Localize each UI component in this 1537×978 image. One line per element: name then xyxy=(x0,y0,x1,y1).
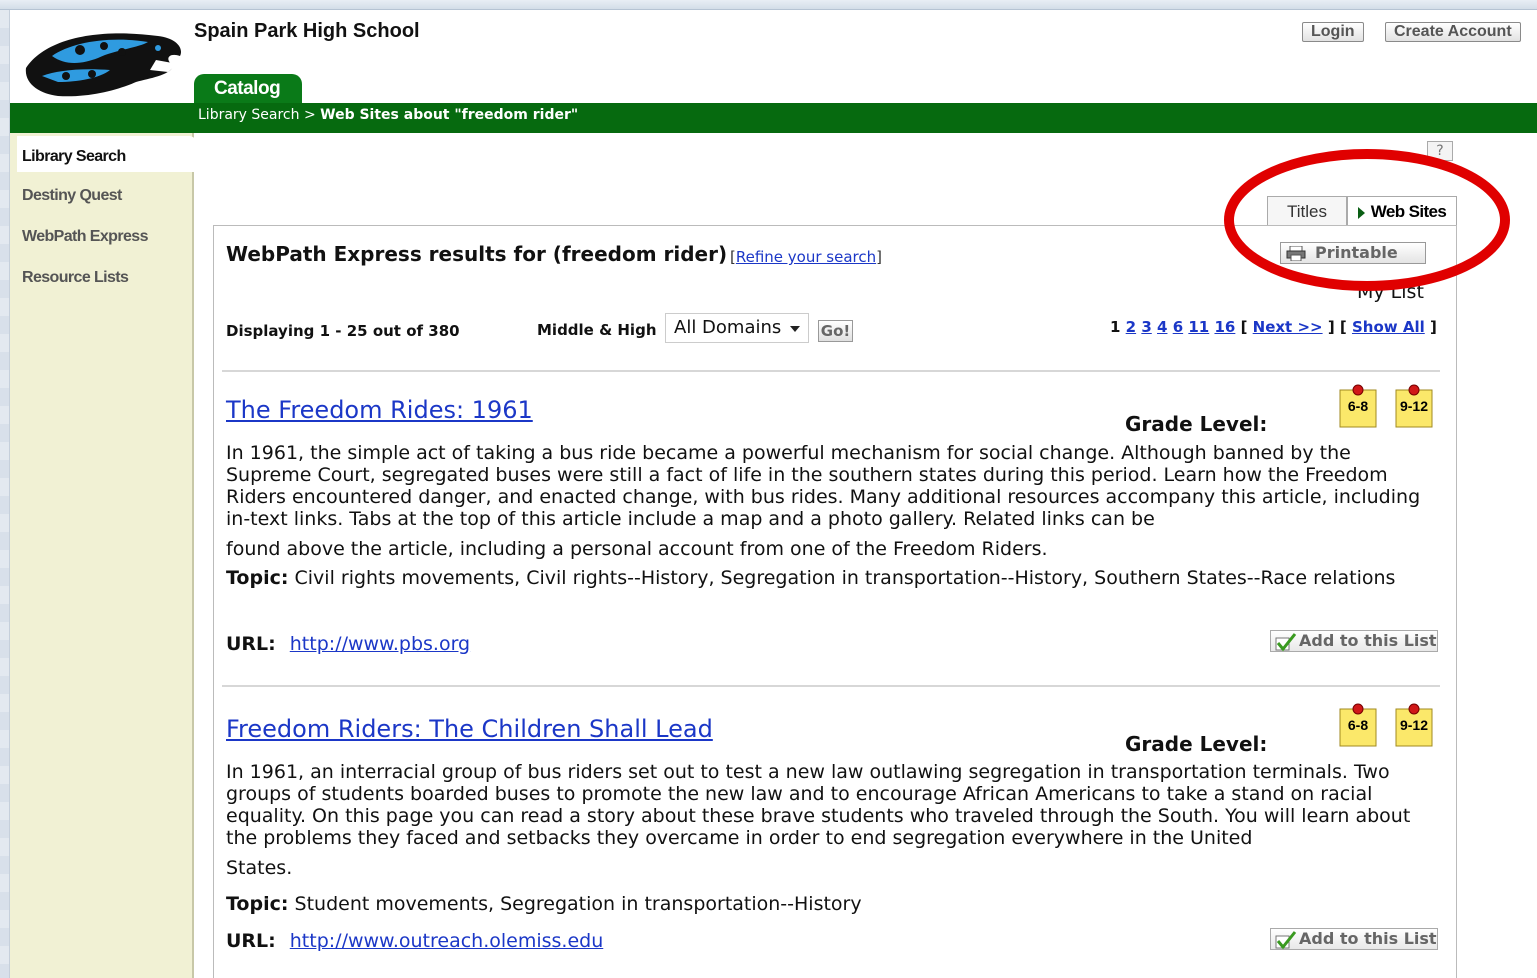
refine-close-bracket: ] xyxy=(876,248,882,266)
result-url: URL: http://www.pbs.org xyxy=(226,633,470,655)
pagination: 1 2 3 4 6 11 16 [ Next >> ] [ Show All ] xyxy=(1110,318,1437,336)
refine-search: [Refine your search] xyxy=(730,248,882,266)
domain-select[interactable]: All Domains xyxy=(665,313,809,343)
pager-page[interactable]: 16 xyxy=(1214,318,1235,336)
tab-web-sites-label: Web Sites xyxy=(1370,202,1447,221)
triangle-right-icon xyxy=(1357,206,1365,219)
breadcrumb-current: Web Sites about "freedom rider" xyxy=(320,107,579,123)
result-title-link[interactable]: Freedom Riders: The Children Shall Lead xyxy=(226,715,713,743)
create-account-button[interactable]: Create Account xyxy=(1385,22,1521,42)
grade-badge-label: 6-8 xyxy=(1347,398,1369,414)
grade-badge[interactable]: 6-8 xyxy=(1339,384,1377,428)
login-button[interactable]: Login xyxy=(1302,22,1364,42)
sidebar-item-resource-lists[interactable]: Resource Lists xyxy=(22,269,129,287)
my-list-link[interactable]: My List xyxy=(1357,281,1424,303)
url-key: URL: xyxy=(226,633,276,655)
sidebar-item-webpath-express[interactable]: WebPath Express xyxy=(22,228,148,246)
breadcrumb: Library Search > Web Sites about "freedo… xyxy=(198,107,578,123)
refine-search-link[interactable]: Refine your search xyxy=(736,248,876,266)
breadcrumb-separator: > xyxy=(303,107,316,123)
grade-badge[interactable]: 6-8 xyxy=(1339,703,1377,747)
result-url-link[interactable]: http://www.outreach.olemiss.edu xyxy=(290,930,604,952)
grade-level-label: Grade Level: xyxy=(1125,732,1268,756)
tab-titles-label: Titles xyxy=(1287,202,1327,221)
printer-icon xyxy=(1286,246,1306,261)
printable-button[interactable]: Printable xyxy=(1280,242,1426,264)
pager-current: 1 xyxy=(1110,318,1121,336)
sidebar: Library Search Destiny Quest WebPath Exp… xyxy=(10,133,197,978)
result-description-tail: found above the article, including a per… xyxy=(226,538,1048,560)
checkmark-icon xyxy=(1275,931,1297,950)
help-icon[interactable]: ? xyxy=(1427,141,1453,161)
url-key: URL: xyxy=(226,930,276,952)
result-count: Displaying 1 - 25 out of 380 xyxy=(226,322,460,340)
pager-next[interactable]: Next >> xyxy=(1253,318,1323,336)
site-header: Spain Park High School Login Create Acco… xyxy=(10,10,1537,104)
result-topic: Topic: Student movements, Segregation in… xyxy=(226,890,1438,919)
result-title-link[interactable]: The Freedom Rides: 1961 xyxy=(226,396,533,424)
sidebar-item-library-search[interactable]: Library Search xyxy=(17,136,197,172)
tab-web-sites[interactable]: Web Sites xyxy=(1347,196,1457,226)
divider xyxy=(222,370,1440,372)
go-button[interactable]: Go! xyxy=(818,320,853,342)
grade-badge[interactable]: 9-12 xyxy=(1395,703,1433,747)
pager-page[interactable]: 11 xyxy=(1188,318,1209,336)
printable-label: Printable xyxy=(1315,243,1398,262)
pager-page[interactable]: 4 xyxy=(1157,318,1167,336)
result-description: In 1961, the simple act of taking a bus … xyxy=(226,442,1421,530)
pager-page[interactable]: 6 xyxy=(1173,318,1183,336)
jaguar-logo xyxy=(25,33,182,97)
checkmark-icon xyxy=(1275,633,1297,652)
result-url-link[interactable]: http://www.pbs.org xyxy=(290,633,470,655)
tab-titles[interactable]: Titles xyxy=(1267,196,1347,226)
topic-key: Topic: xyxy=(226,893,289,915)
topic-key: Topic: xyxy=(226,567,289,589)
add-to-list-button[interactable]: Add to this List xyxy=(1270,630,1438,652)
school-name: Spain Park High School xyxy=(194,20,420,42)
results-heading: WebPath Express results for (freedom rid… xyxy=(226,242,728,266)
dropdown-caret-icon xyxy=(790,326,800,332)
audience-label: Middle & High xyxy=(537,321,657,339)
grade-level-label: Grade Level: xyxy=(1125,412,1268,436)
add-to-list-label: Add to this List xyxy=(1299,631,1437,650)
result-url: URL: http://www.outreach.olemiss.edu xyxy=(226,930,603,952)
topic-value: Student movements, Segregation in transp… xyxy=(294,893,862,915)
divider xyxy=(222,685,1440,687)
result-topic: Topic: Civil rights movements, Civil rig… xyxy=(226,564,1438,593)
domain-select-value: All Domains xyxy=(674,317,782,338)
result-description: In 1961, an interracial group of bus rid… xyxy=(226,761,1411,849)
tab-catalog[interactable]: Catalog xyxy=(194,74,302,104)
window-edge xyxy=(0,10,10,978)
grade-badge[interactable]: 9-12 xyxy=(1395,384,1433,428)
grade-badge-label: 9-12 xyxy=(1399,398,1429,414)
add-to-list-label: Add to this List xyxy=(1299,929,1437,948)
topic-value: Civil rights movements, Civil rights--Hi… xyxy=(294,567,1396,589)
grade-badge-label: 9-12 xyxy=(1399,717,1429,733)
grade-badge-label: 6-8 xyxy=(1347,717,1369,733)
pager-page[interactable]: 2 xyxy=(1126,318,1136,336)
result-description-tail: States. xyxy=(226,857,293,879)
pager-page[interactable]: 3 xyxy=(1141,318,1151,336)
breadcrumb-bar: Library Search > Web Sites about "freedo… xyxy=(10,103,1537,133)
breadcrumb-root[interactable]: Library Search xyxy=(198,107,300,123)
sidebar-item-destiny-quest[interactable]: Destiny Quest xyxy=(22,187,122,205)
browser-chrome xyxy=(0,0,1537,10)
add-to-list-button[interactable]: Add to this List xyxy=(1270,928,1438,950)
pager-show-all[interactable]: Show All xyxy=(1352,318,1425,336)
